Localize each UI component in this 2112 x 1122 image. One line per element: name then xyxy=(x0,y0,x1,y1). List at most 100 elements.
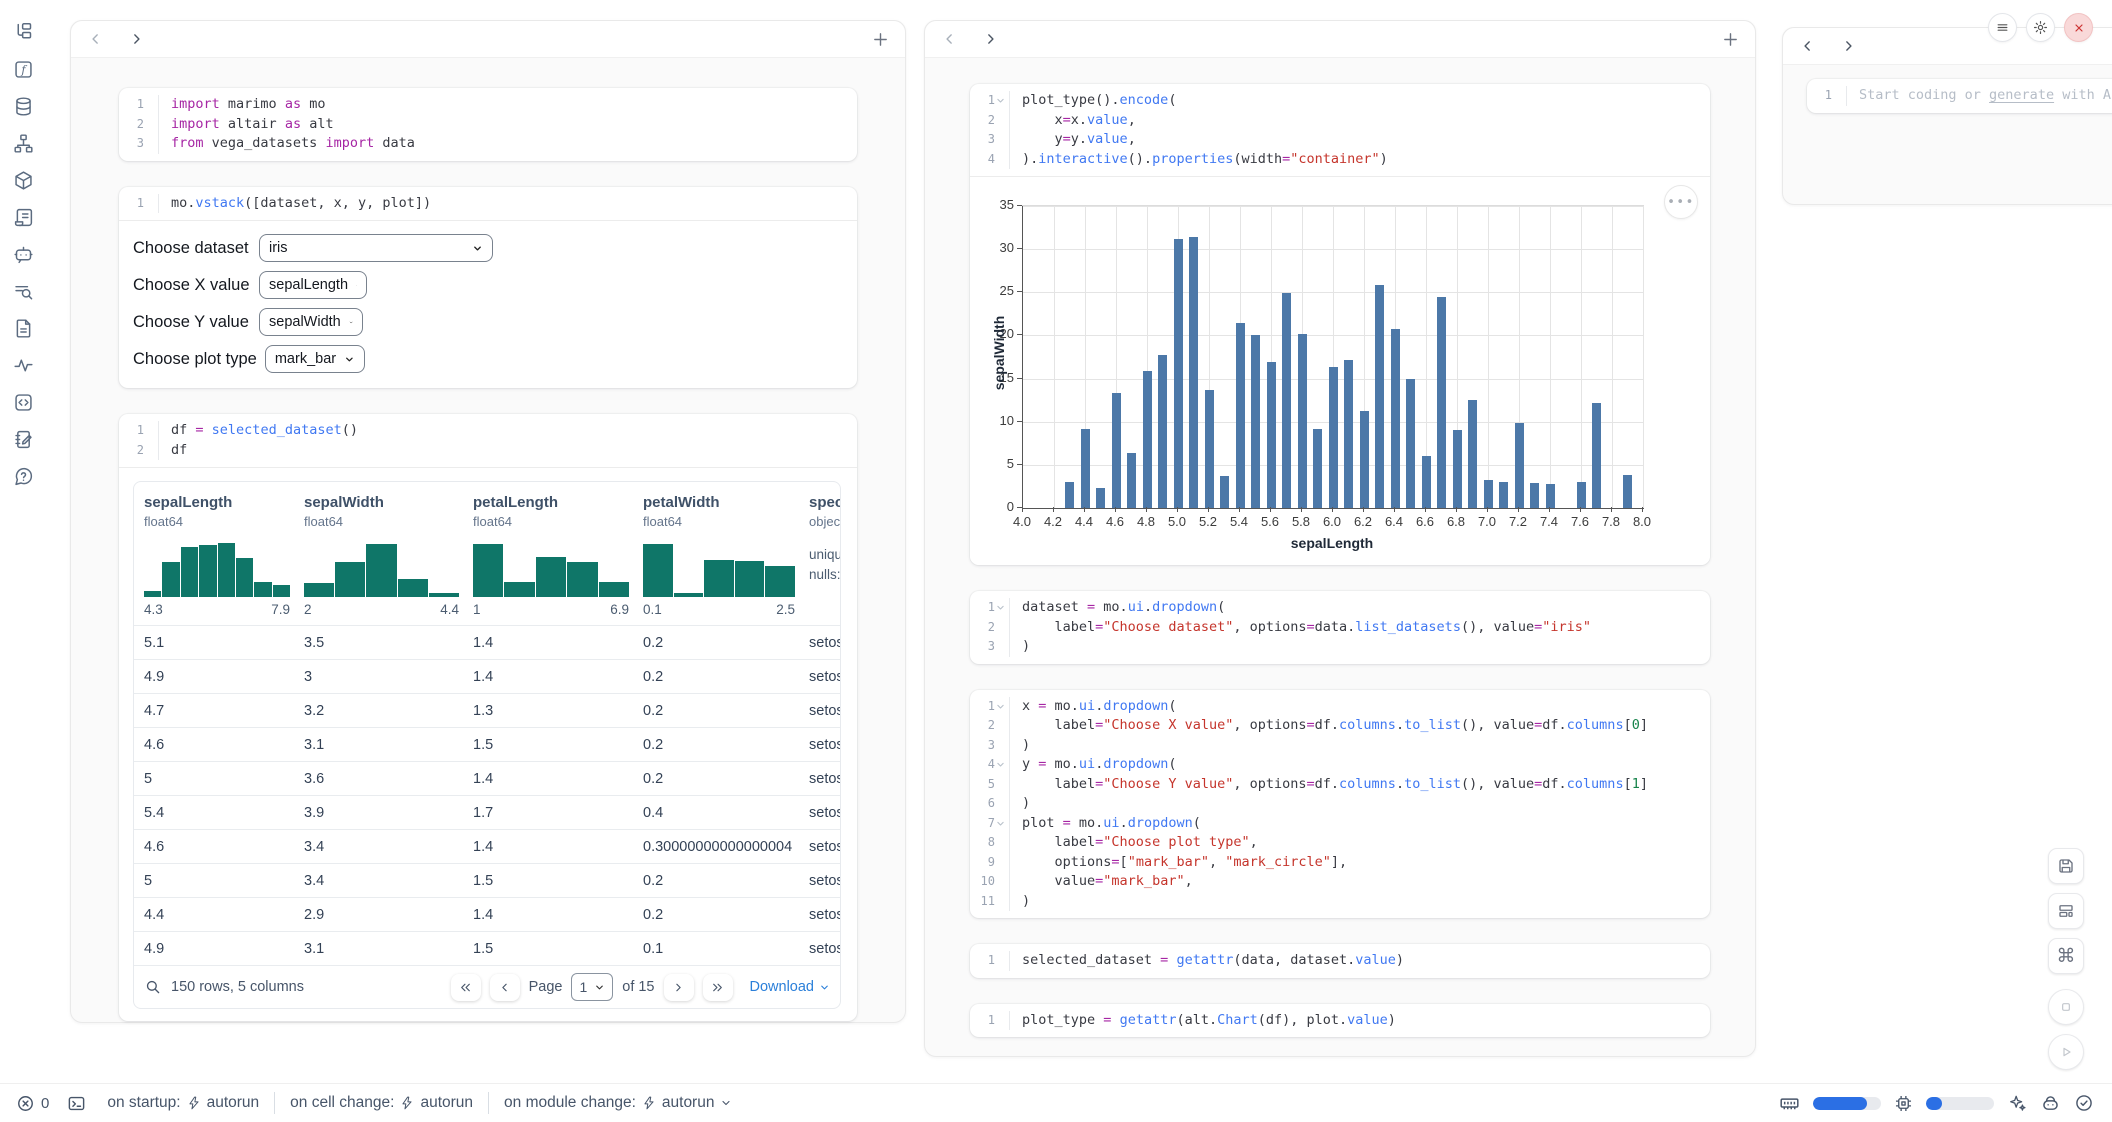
cell-chart: 1plot_type().encode(2 x=x.value,3 y=y.va… xyxy=(970,84,1710,565)
error-count: 0 xyxy=(41,1095,49,1112)
code-editor[interactable]: 1dataset = mo.ui.dropdown(2 label="Choos… xyxy=(970,591,1710,664)
y-value-select[interactable]: sepalWidth xyxy=(259,308,363,336)
line-number: 3 xyxy=(119,134,159,154)
table-row[interactable]: 53.41.50.2setosa xyxy=(134,863,840,897)
chart-menu-icon[interactable]: ••• xyxy=(1664,185,1698,219)
column-next-icon[interactable] xyxy=(125,28,147,50)
code-editor[interactable]: 1x = mo.ui.dropdown(2 label="Choose X va… xyxy=(970,690,1710,919)
code-editor[interactable]: 1plot_type = getattr(alt.Chart(df), plot… xyxy=(970,1004,1710,1038)
altair-bar-chart[interactable]: 4.04.24.44.64.85.05.25.45.65.86.06.26.46… xyxy=(970,177,1710,565)
page-select[interactable]: 1 xyxy=(571,973,613,1001)
terminal-icon[interactable] xyxy=(67,1094,86,1113)
code-editor[interactable]: 1import marimo as mo2import altair as al… xyxy=(119,88,857,161)
table-cell: 3.5 xyxy=(304,635,473,651)
errors-icon[interactable]: 0 xyxy=(16,1094,49,1113)
ai-chat-icon[interactable] xyxy=(11,242,35,266)
cpu-usage-meter xyxy=(1926,1097,1994,1110)
line-number: 1 xyxy=(119,421,159,441)
x-value-label: Choose X value xyxy=(133,276,251,295)
on-cell-change-setting[interactable]: on cell change: autorun xyxy=(275,1094,488,1112)
table-row[interactable]: 53.61.40.2setosa xyxy=(134,761,840,795)
menu-icon[interactable] xyxy=(1988,13,2017,42)
add-cell-icon[interactable] xyxy=(1719,28,1741,50)
save-icon[interactable] xyxy=(2048,848,2084,884)
lightning-icon xyxy=(642,1096,656,1110)
column-prev-icon[interactable] xyxy=(85,28,107,50)
table-cell: 1.7 xyxy=(473,805,643,821)
table-cell: 3.1 xyxy=(304,737,473,753)
first-page-button[interactable] xyxy=(451,974,481,1001)
search-list-icon[interactable] xyxy=(11,279,35,303)
packages-icon[interactable] xyxy=(11,168,35,192)
column-header-species[interactable]: speciesobjectunique:nulls: xyxy=(809,494,840,617)
line-number: 7 xyxy=(970,814,1010,834)
table-cell: setosa xyxy=(809,737,840,753)
code-editor[interactable]: 1selected_dataset = getattr(data, datase… xyxy=(970,944,1710,978)
marimo-notebook-app: f 1import marimo as mo2import altair as … xyxy=(0,0,2112,1122)
column-prev-icon[interactable] xyxy=(1797,35,1819,57)
table-row[interactable]: 4.42.91.40.2setosa xyxy=(134,897,840,931)
table-row[interactable]: 4.93.11.50.1setosa xyxy=(134,931,840,965)
ai-sparkles-icon[interactable] xyxy=(2007,1093,2027,1113)
dataset-select[interactable]: iris xyxy=(259,234,493,262)
table-row[interactable]: 4.931.40.2setosa xyxy=(134,659,840,693)
code-editor[interactable]: 1mo.vstack([dataset, x, y, plot]) xyxy=(119,187,857,221)
column-prev-icon[interactable] xyxy=(939,28,961,50)
table-row[interactable]: 4.63.11.50.2setosa xyxy=(134,727,840,761)
column-header-petalLength[interactable]: petalLengthfloat6416.9 xyxy=(473,494,643,617)
connection-status-icon[interactable] xyxy=(2074,1093,2094,1113)
table-cell: 0.2 xyxy=(643,737,809,753)
download-button[interactable]: Download xyxy=(750,979,831,995)
table-row[interactable]: 5.43.91.70.4setosa xyxy=(134,795,840,829)
chart-bar xyxy=(1592,403,1601,508)
tracing-icon[interactable] xyxy=(11,353,35,377)
on-startup-setting[interactable]: on startup: autorun xyxy=(92,1094,274,1112)
snippets-icon[interactable] xyxy=(11,390,35,414)
code-editor[interactable]: 1df = selected_dataset()2df xyxy=(119,414,857,467)
scratchpad-icon[interactable] xyxy=(11,427,35,451)
help-icon[interactable] xyxy=(11,464,35,488)
run-icon[interactable] xyxy=(2048,1034,2084,1070)
column-next-icon[interactable] xyxy=(979,28,1001,50)
on-module-change-setting[interactable]: on module change: autorun xyxy=(489,1094,747,1112)
search-icon[interactable] xyxy=(144,978,162,996)
table-row[interactable]: 4.63.41.40.30000000000000004setosa xyxy=(134,829,840,863)
settings-gear-icon[interactable] xyxy=(2026,13,2055,42)
chart-bar xyxy=(1298,334,1307,508)
functions-icon[interactable]: f xyxy=(11,57,35,81)
line-number: 1 xyxy=(970,598,1010,618)
stop-icon[interactable] xyxy=(2048,989,2084,1025)
prev-page-button[interactable] xyxy=(490,974,520,1001)
logs-icon[interactable] xyxy=(11,205,35,229)
table-cell: 4.9 xyxy=(144,669,304,685)
last-page-button[interactable] xyxy=(703,974,733,1001)
add-cell-icon[interactable] xyxy=(869,28,891,50)
plot-type-select[interactable]: mark_bar xyxy=(265,345,365,373)
new-cell-editor[interactable]: 1Start coding or generate with AI xyxy=(1807,79,2112,113)
column-header-sepalWidth[interactable]: sepalWidthfloat6424.4 xyxy=(304,494,473,617)
dependency-graph-icon[interactable] xyxy=(11,131,35,155)
table-row[interactable]: 5.13.51.40.2setosa xyxy=(134,625,840,659)
database-icon[interactable] xyxy=(11,94,35,118)
code-editor[interactable]: 1plot_type().encode(2 x=x.value,3 y=y.va… xyxy=(970,84,1710,176)
chat-bot-icon[interactable] xyxy=(2040,1093,2061,1114)
documentation-icon[interactable] xyxy=(11,316,35,340)
table-cell: 0.1 xyxy=(643,941,809,957)
file-tree-icon[interactable] xyxy=(11,20,35,44)
ram-icon xyxy=(1779,1093,1800,1114)
column-next-icon[interactable] xyxy=(1837,35,1859,57)
code-line: selected_dataset = getattr(data, dataset… xyxy=(1010,951,1404,971)
chart-bar xyxy=(1406,379,1415,508)
next-page-button[interactable] xyxy=(664,974,694,1001)
code-line: df = selected_dataset() xyxy=(159,421,358,441)
x-value-select[interactable]: sepalLength xyxy=(259,271,367,299)
table-row[interactable]: 4.73.21.30.2setosa xyxy=(134,693,840,727)
column-header-sepalLength[interactable]: sepalLengthfloat644.37.9 xyxy=(144,494,304,617)
column-header-petalWidth[interactable]: petalWidthfloat640.12.5 xyxy=(643,494,809,617)
table-cell: 5.1 xyxy=(144,635,304,651)
code-line: from vega_datasets import data xyxy=(159,134,415,154)
shutdown-close-icon[interactable] xyxy=(2064,13,2093,42)
window-controls xyxy=(1988,13,2093,42)
layout-icon[interactable] xyxy=(2048,893,2084,929)
keyboard-shortcuts-icon[interactable]: ⌘ xyxy=(2048,938,2084,974)
